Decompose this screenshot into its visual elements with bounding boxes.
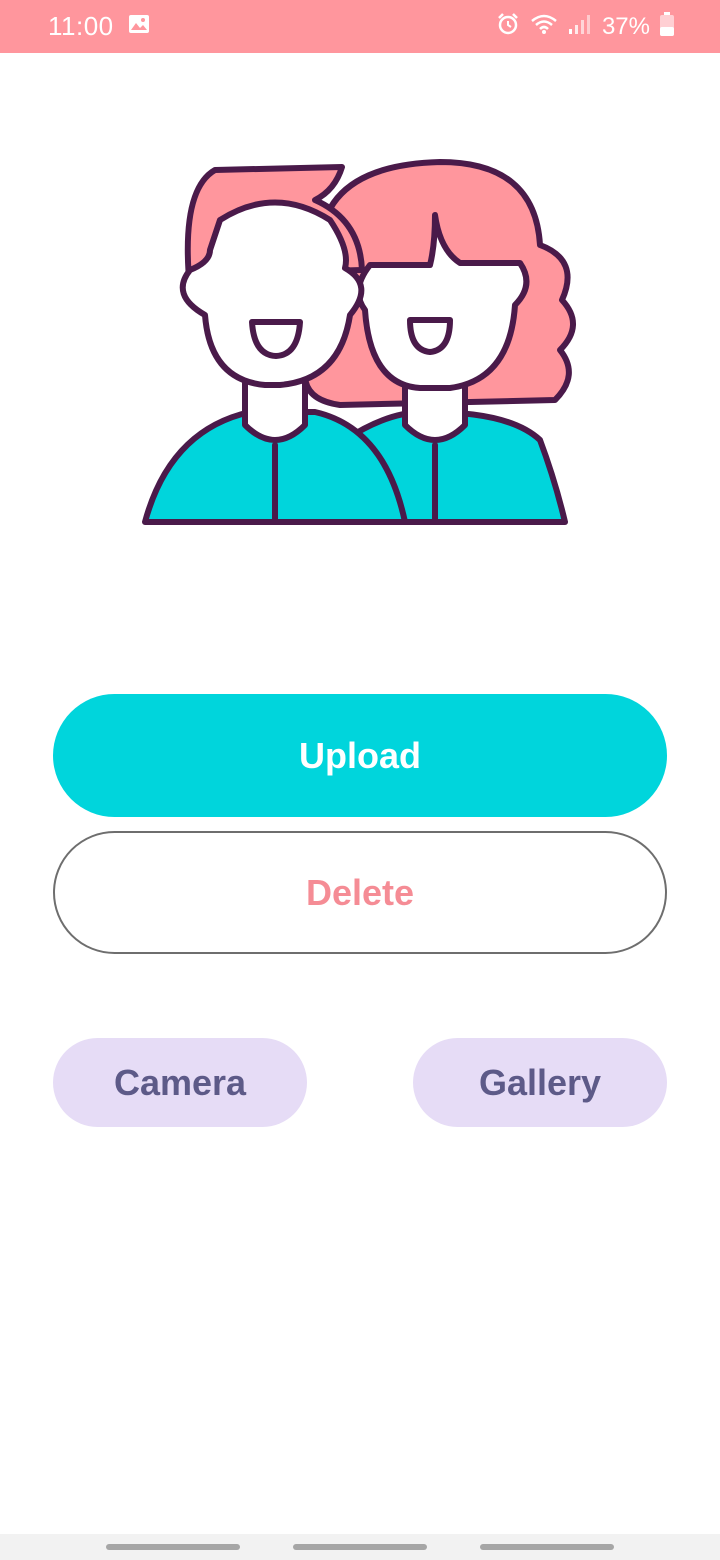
status-left: 11:00 bbox=[48, 11, 150, 42]
alarm-icon bbox=[496, 12, 520, 41]
status-bar: 11:00 37% bbox=[0, 0, 720, 53]
nav-back-button[interactable] bbox=[480, 1544, 614, 1550]
two-people-avatar-icon bbox=[130, 150, 590, 540]
delete-button[interactable]: Delete bbox=[53, 831, 667, 954]
status-right: 37% bbox=[486, 12, 674, 41]
battery-icon bbox=[660, 12, 674, 41]
battery-percent: 37% bbox=[601, 12, 650, 40]
nav-home-button[interactable] bbox=[293, 1544, 427, 1550]
wifi-icon bbox=[530, 13, 558, 40]
navigation-bar bbox=[0, 1534, 720, 1560]
camera-button[interactable]: Camera bbox=[53, 1038, 307, 1127]
image-icon bbox=[128, 14, 150, 39]
nav-recents-button[interactable] bbox=[106, 1544, 240, 1550]
status-time: 11:00 bbox=[48, 11, 114, 41]
gallery-button[interactable]: Gallery bbox=[413, 1038, 667, 1127]
signal-icon bbox=[568, 13, 590, 40]
upload-button[interactable]: Upload bbox=[53, 694, 667, 817]
